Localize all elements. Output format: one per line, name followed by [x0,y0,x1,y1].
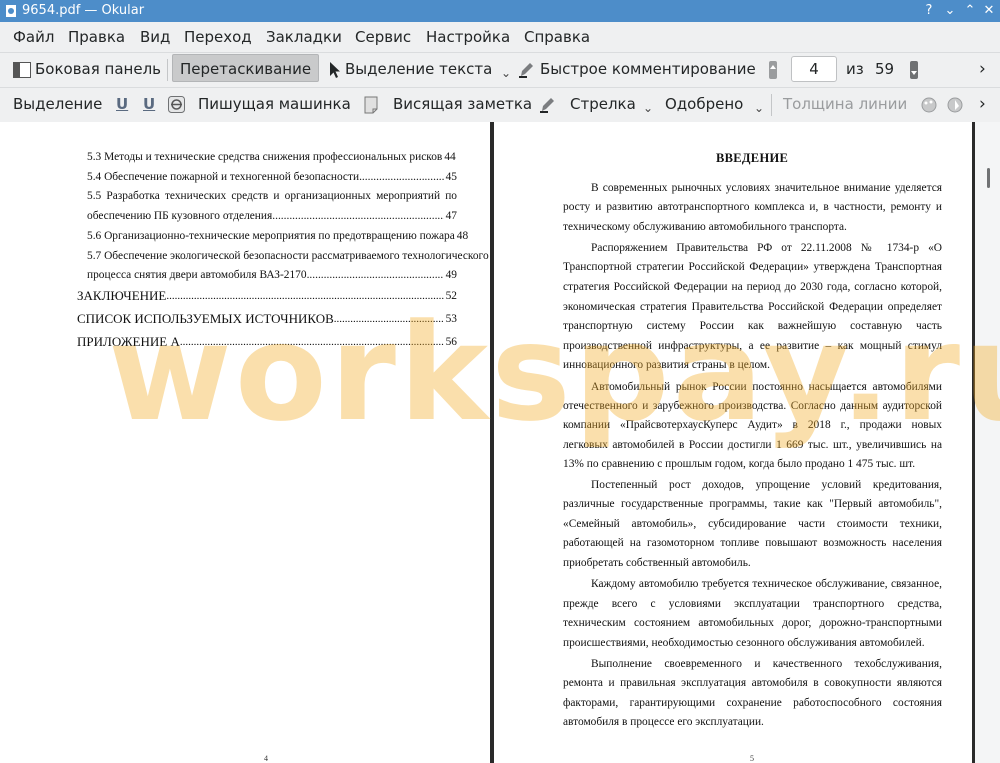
color-picker-icon[interactable] [920,96,938,114]
line-width-button[interactable]: Толщина линии [783,90,907,118]
cursor-arrow-icon [330,62,340,78]
okular-app-icon [6,5,16,17]
toc-entry[interactable]: 5.4 Обеспечение пожарной и техногенной б… [87,170,457,184]
body-text-line: транспортную систему России как важнейшу… [563,320,942,332]
strikeout-icon[interactable] [168,96,185,113]
quick-annotate-button[interactable]: Быстрое комментирование [540,55,756,83]
body-text-line: производственной инфраструктуры, а ее ра… [563,340,942,352]
menu-file[interactable]: Файл [13,28,54,46]
menu-edit[interactable]: Правка [68,28,125,46]
page-number: 4 [264,754,268,763]
browse-tool-button[interactable]: Перетаскивание [172,54,320,82]
vertical-scrollbar[interactable] [975,122,1000,763]
menu-tools[interactable]: Сервис [355,28,411,46]
main-toolbar: Боковая панель Перетаскивание Выделение … [0,52,1000,87]
body-text-line: Постепенный рост доходов, упрощение усло… [591,479,942,491]
scrollbar-thumb[interactable] [987,168,990,188]
stamp-tool-button[interactable]: Одобрено [665,90,743,118]
window-title: 9654.pdf — Okular [22,3,145,18]
chevron-down-icon[interactable]: ⌄ [501,67,511,79]
sticky-note-button[interactable]: Висящая заметка [393,90,532,118]
body-text-line: прежде всего с условиями эксплуатации тр… [563,598,942,610]
menu-bar: Файл Правка Вид Переход Закладки Сервис … [0,22,1000,52]
body-text-line: компании «ПрайсвотерхаусКуперс Аудит» в … [563,419,942,431]
chevron-down-icon[interactable]: ⌄ [643,102,653,114]
toolbar-separator [167,59,168,81]
body-text-line: стратегия Российской Федерации на период… [563,281,942,293]
page-of-label: из [846,60,864,78]
body-text-line: В современных рыночных условиях значител… [591,182,942,194]
toc-entry[interactable]: процесса снятия двери автомобиля ВАЗ-217… [87,268,457,282]
body-text-line: приобретать собственный автомобиль. [563,557,751,569]
body-text-line: Автомобильный рынок России постоянно нас… [591,381,942,393]
toc-entry-line: 5.5 Разработка технических средств и орг… [87,190,457,202]
toc-entry[interactable]: ЗАКЛЮЧЕНИЕ52 [77,288,457,304]
sidebar-icon [13,62,31,78]
body-text-line: росту и развитию автотранспортного компл… [563,201,942,213]
arrow-tool-icon [540,98,554,113]
text-select-button[interactable]: Выделение текста [345,55,492,83]
section-heading: ВВЕДЕНИЕ [716,151,789,165]
body-text-line: экономическая стратегия Правительства Ро… [563,301,942,313]
body-text-line: «Семейный автомобиль», субсидирование ча… [563,518,942,530]
toc-entry[interactable]: ПРИЛОЖЕНИЕ А56 [77,334,457,350]
toc-entry-line: 5.7 Обеспечение экологической безопаснос… [87,250,489,262]
chevron-down-icon[interactable]: ⌄ [754,102,764,114]
body-text-line: инновационного развития страны в целом. [563,359,770,371]
body-text-line: Каждому автомобилю требуется техническое… [591,578,942,590]
maximize-button[interactable]: ⌃ [961,2,979,20]
body-text-line: автомобиля в процессе его эксплуатации. [563,716,764,728]
body-text-line: 13% по сравнению с прошлым годом, когда … [563,458,916,470]
arrow-tool-button[interactable]: Стрелка [570,90,636,118]
sidebar-button[interactable]: Боковая панель [35,55,161,83]
page-number: 5 [750,754,754,763]
highlighter-icon [519,63,533,78]
body-text-line: Распоряжением Правительства РФ от 22.11.… [591,242,942,254]
menu-settings[interactable]: Настройка [426,28,510,46]
toc-entry[interactable]: 5.6 Организационно-технические мероприят… [87,229,468,243]
toc-entry[interactable]: 5.3 Методы и технические средства снижен… [87,150,457,164]
squiggle-tool-button[interactable]: U [143,90,155,118]
toolbar-separator [771,94,772,116]
help-button[interactable]: ? [920,2,938,20]
page-number-input[interactable]: 4 [791,56,837,82]
typewriter-button[interactable]: Пишущая машинка [198,90,351,118]
opacity-icon[interactable] [946,96,964,114]
sticky-note-icon [364,96,378,114]
page-total-label: 59 [875,60,895,78]
body-text-line: техническим состоянием автомобильных дор… [563,617,942,629]
body-text-line: Выполнение своевременного и качественног… [591,658,942,670]
toc-entry[interactable]: СПИСОК ИСПОЛЬЗУЕМЫХ ИСТОЧНИКОВ53 [77,311,457,327]
close-button[interactable]: ✕ [980,2,998,20]
body-text-line: легковых автомобилей в России достигли 1… [563,439,942,451]
body-text-line: работающей на газомоторном топливе повыш… [563,537,942,549]
body-text-line: различные государственные программы, так… [563,498,942,510]
menu-view[interactable]: Вид [140,28,170,46]
body-text-line: ремонта и правильная эксплуатация автомо… [563,677,942,689]
body-text-line: факторами, гарантирующими сохранение раб… [563,697,942,709]
toolbar-overflow-button[interactable]: › [979,90,986,118]
title-bar: 9654.pdf — Okular ? ⌄ ⌃ ✕ [0,0,1000,22]
body-text-line: происшествиями, необходимостью сезонного… [563,637,925,649]
next-page-icon[interactable] [909,60,919,80]
previous-page-icon[interactable] [768,60,778,80]
underline-tool-button[interactable]: U [116,90,128,118]
minimize-button[interactable]: ⌄ [941,2,959,20]
body-text-line: отечественного и зарубежного производств… [563,400,942,412]
selection-button[interactable]: Выделение [13,90,102,118]
body-text-line: техническому обслуживанию автомобильного… [563,221,847,233]
menu-bookmarks[interactable]: Закладки [266,28,342,46]
annotation-toolbar: Выделение U U Пишущая машинка Висящая за… [0,87,1000,122]
toc-entry[interactable]: обеспечению ПБ кузовного отделения47 [87,209,457,223]
body-text-line: Транспортной стратегии Российской Федера… [563,261,942,273]
menu-go[interactable]: Переход [184,28,252,46]
menu-help[interactable]: Справка [524,28,590,46]
toolbar-overflow-button[interactable]: › [979,55,986,83]
